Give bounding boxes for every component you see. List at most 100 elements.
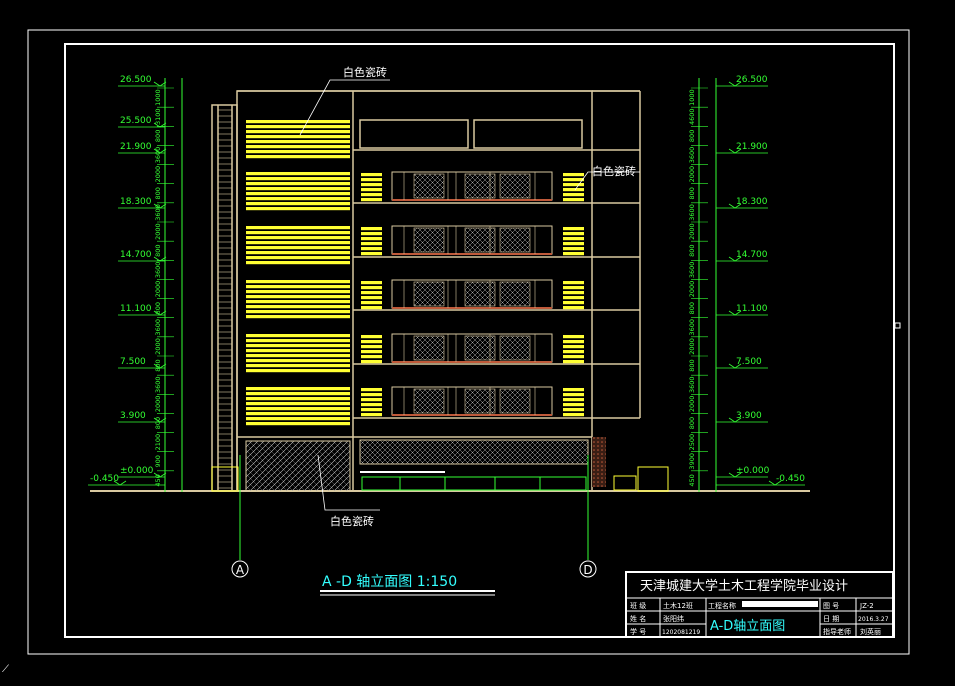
tile-stripe	[361, 393, 382, 397]
dimension-text: 3600	[688, 376, 696, 393]
dimension-text: 2000	[154, 338, 162, 355]
tile-stripe	[361, 291, 382, 295]
dimension-text: 3600	[154, 262, 162, 279]
tile-stripe	[246, 300, 350, 304]
tile-stripe	[361, 227, 382, 231]
tile-stripe	[361, 408, 382, 412]
axis-label-a: A	[236, 563, 245, 577]
dimension-text: 900	[154, 455, 162, 467]
dimension-text: 3600	[688, 319, 696, 336]
tile-stripe	[246, 155, 350, 159]
tile-stripe	[246, 310, 350, 314]
tile-bands	[246, 120, 584, 426]
dimension-text: 800	[154, 187, 162, 199]
dimension-text: 800	[154, 130, 162, 142]
dimension-text: 2000	[154, 166, 162, 183]
tile-stripe	[563, 198, 584, 202]
dimension-text: 3600	[154, 319, 162, 336]
tile-stripe	[563, 398, 584, 402]
class-value: 土木12班	[663, 601, 693, 610]
tile-stripe	[563, 252, 584, 256]
tile-stripe	[563, 232, 584, 236]
ground-railing	[361, 476, 587, 491]
tile-stripe	[563, 306, 584, 310]
tile-stripe	[246, 125, 350, 129]
tile-stripe	[246, 290, 350, 294]
tile-stripe	[563, 393, 584, 397]
tile-stripe	[361, 355, 382, 359]
brick-column	[592, 437, 606, 487]
window-pane	[413, 173, 445, 199]
dimension-text: 2000	[688, 396, 696, 413]
tile-stripe	[246, 177, 350, 181]
tile-stripe	[246, 192, 350, 196]
tile-stripe	[246, 226, 350, 230]
date-value: 2016.3.27	[858, 616, 889, 623]
dimension-text: 800	[688, 417, 696, 429]
tile-stripe	[246, 305, 350, 309]
advisor-label: 指导老师	[823, 627, 851, 636]
window-pane	[499, 227, 531, 253]
tile-stripe	[563, 388, 584, 392]
project-label: 工程名称	[708, 601, 736, 610]
tile-stripe	[361, 413, 382, 417]
tile-stripe	[246, 334, 350, 338]
sheet-title: A-D轴立面图	[710, 619, 785, 634]
dimension-text: 2000	[154, 396, 162, 413]
dimension-text: 800	[688, 302, 696, 314]
window-pane	[413, 335, 445, 361]
dims-right: 1000 4600 800 3600 2000 800 3600 2000 800 3600 200…	[688, 87, 708, 487]
tile-stripe	[563, 403, 584, 407]
dimension-text: 2000	[688, 281, 696, 298]
school-title: 天津城建大学土木工程学院毕业设计	[640, 578, 848, 594]
tile-stripe	[246, 339, 350, 343]
tile-stripe	[246, 256, 350, 260]
axis-label-d: D	[583, 563, 592, 577]
window-pane	[499, 388, 531, 414]
dimension-text: 1000	[154, 89, 162, 106]
cad-drawing: 26.500 25.500 21.900 18.300 14.700 11.100 7.50…	[2, 29, 910, 675]
tile-stripe	[246, 261, 350, 265]
level-mark-left: 18.300	[120, 197, 152, 207]
tile-stripe	[563, 281, 584, 285]
window-pane	[464, 388, 496, 414]
tile-stripe	[361, 350, 382, 354]
tile-stripe	[361, 237, 382, 241]
level-mark-right: 11.100	[736, 304, 768, 314]
dimension-text: 800	[688, 359, 696, 371]
dimension-text: 2500	[688, 434, 696, 451]
grip-handle[interactable]	[894, 322, 901, 329]
tile-stripe	[361, 306, 382, 310]
window-pane	[413, 388, 445, 414]
dimension-text: 3600	[154, 147, 162, 164]
tile-stripe	[361, 301, 382, 305]
tile-stripe	[361, 198, 382, 202]
drawing-title: A -D 轴立面图 1:150	[322, 574, 457, 590]
tile-stripe	[563, 355, 584, 359]
dimension-text: 3100	[154, 108, 162, 125]
level-mark-right: 7.500	[736, 357, 762, 367]
tile-stripe	[563, 345, 584, 349]
tile-stripe	[246, 135, 350, 139]
dims-left: 1000 3100 800 3600 2000 800 3600 2000 800 3600 200…	[154, 87, 174, 487]
tile-stripe	[246, 197, 350, 201]
tile-stripe	[246, 392, 350, 396]
name-label: 姓 名	[630, 614, 646, 623]
project-name-bar	[742, 601, 818, 607]
window-pane	[499, 281, 531, 307]
level-mark-left: 25.500	[120, 116, 152, 126]
id-value: 1202081219	[662, 629, 700, 636]
id-label: 学 号	[630, 627, 646, 636]
dimension-text: 2000	[688, 338, 696, 355]
level-mark-left: ±0.000	[120, 466, 154, 476]
windows	[391, 171, 553, 416]
tile-stripe	[246, 150, 350, 154]
tile-stripe	[563, 340, 584, 344]
dimension-text: 2000	[688, 166, 696, 183]
tile-stripe	[361, 360, 382, 364]
ground-hatch-left	[245, 440, 351, 492]
tile-stripe	[246, 412, 350, 416]
tile-stripe	[361, 345, 382, 349]
dimension-text: 800	[154, 302, 162, 314]
tile-stripe	[361, 247, 382, 251]
